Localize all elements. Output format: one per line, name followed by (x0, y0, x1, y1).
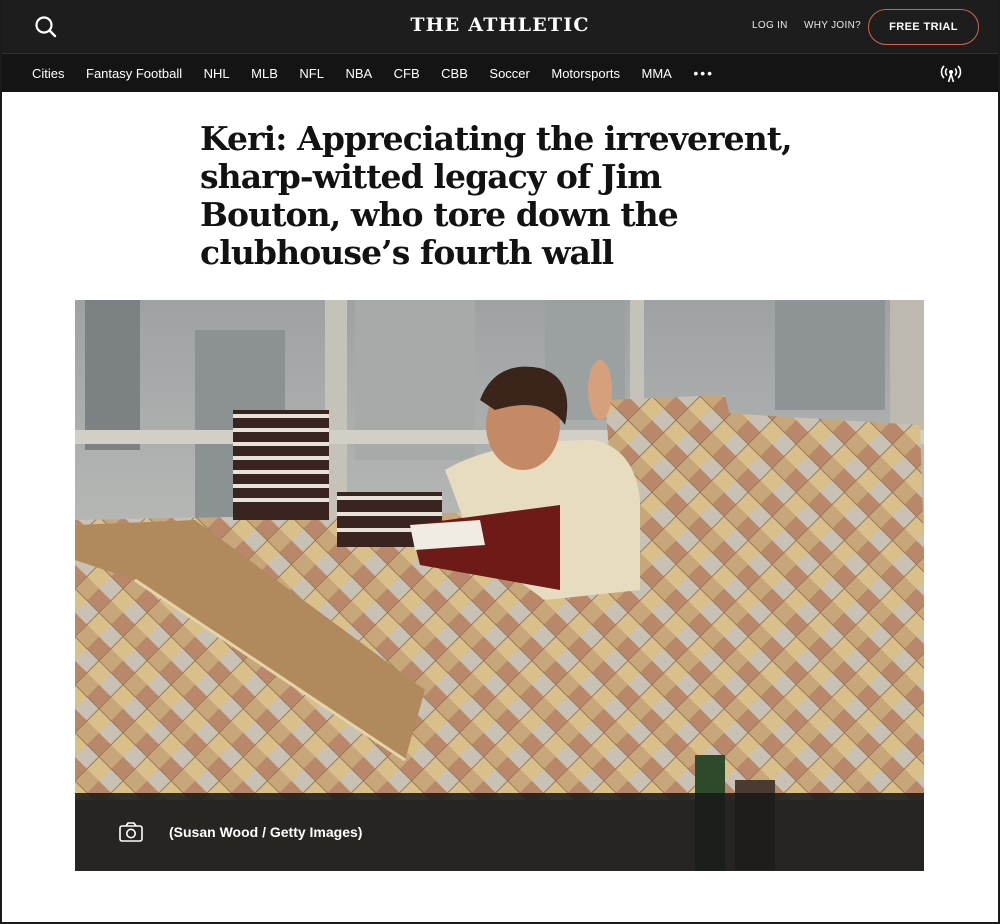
more-dots-icon[interactable]: ••• (693, 66, 714, 80)
nav-item-fantasy-football[interactable]: Fantasy Football (86, 66, 182, 81)
image-caption-bar: (Susan Wood / Getty Images) (75, 793, 924, 871)
article-headline: Keri: Appreciating the irreverent, sharp… (200, 119, 793, 272)
nav-item-nba[interactable]: NBA (345, 66, 372, 81)
login-link[interactable]: LOG IN (752, 20, 788, 31)
nav-item-cfb[interactable]: CFB (394, 66, 420, 81)
free-trial-button[interactable]: FREE TRIAL (868, 9, 979, 45)
nav-item-nfl[interactable]: NFL (299, 66, 324, 81)
camera-icon (119, 822, 143, 842)
nav-item-nhl[interactable]: NHL (204, 66, 230, 81)
top-header: THE ATHLETIC LOG IN WHY JOIN? FREE TRIAL (0, 0, 1000, 54)
image-caption: (Susan Wood / Getty Images) (169, 824, 363, 840)
nav-item-cities[interactable]: Cities (32, 66, 65, 81)
nav-item-mlb[interactable]: MLB (251, 66, 278, 81)
nav-item-motorsports[interactable]: Motorsports (551, 66, 620, 81)
hero-image: (Susan Wood / Getty Images) (75, 300, 924, 871)
main-nav: Cities Fantasy Football NHL MLB NFL NBA … (0, 54, 1000, 92)
nav-list: Cities Fantasy Football NHL MLB NFL NBA … (32, 54, 714, 92)
broadcast-icon[interactable] (940, 64, 962, 84)
why-join-link[interactable]: WHY JOIN? (804, 20, 861, 31)
nav-item-soccer[interactable]: Soccer (489, 66, 529, 81)
nav-item-cbb[interactable]: CBB (441, 66, 468, 81)
hero-photo-illustration (75, 300, 924, 871)
nav-item-mma[interactable]: MMA (642, 66, 672, 81)
